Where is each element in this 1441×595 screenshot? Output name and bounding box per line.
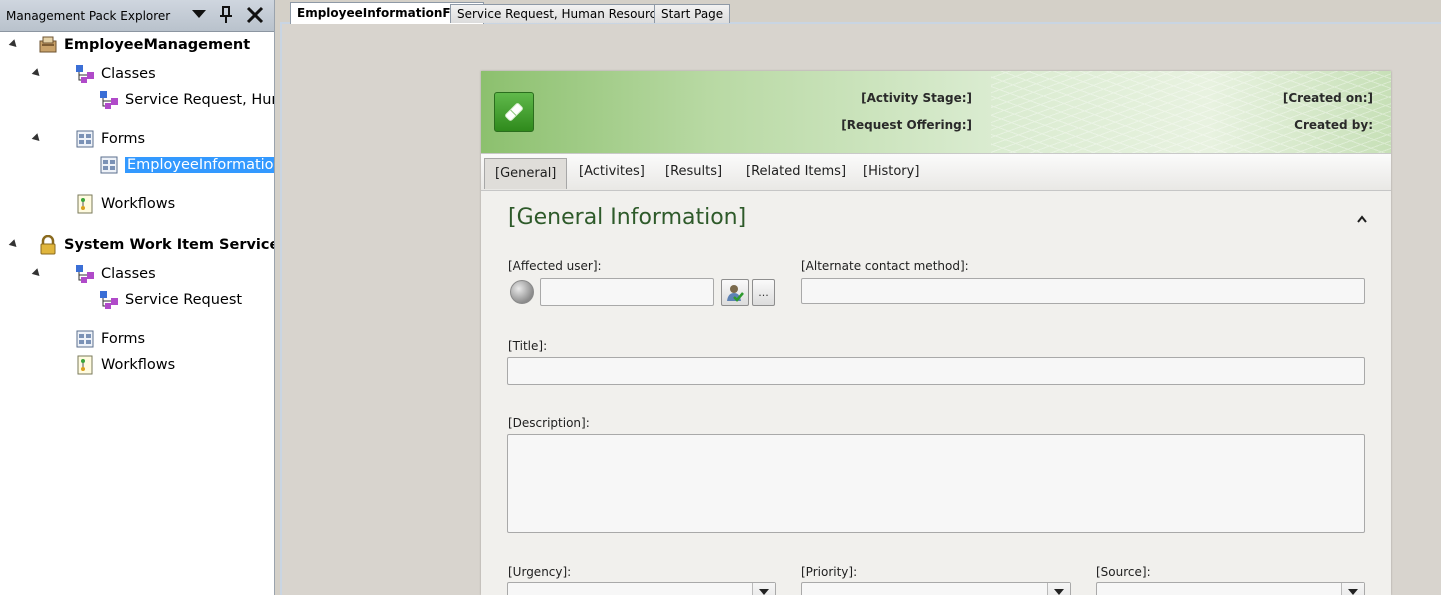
tree-label: Workflows xyxy=(101,357,176,373)
dropdown-icon[interactable] xyxy=(189,5,209,25)
employee-information-form: [Activity Stage:] [Request Offering:] [C… xyxy=(481,71,1391,595)
form-logo-icon xyxy=(494,92,534,132)
source-label: [Source]: xyxy=(1096,565,1151,579)
tab-label: [General] xyxy=(495,166,557,181)
classes-icon xyxy=(75,64,95,84)
explorer-title: Management Pack Explorer xyxy=(6,9,171,23)
urgency-label: [Urgency]: xyxy=(508,565,572,579)
management-pack-icon xyxy=(38,35,58,55)
title-input[interactable] xyxy=(507,357,1365,385)
tab-label: Start Page xyxy=(661,7,724,21)
affected-user-input[interactable] xyxy=(540,278,714,306)
close-icon[interactable] xyxy=(245,5,265,25)
tree-label: Service Request xyxy=(125,292,243,308)
class-icon xyxy=(99,290,119,310)
tree-item-forms[interactable]: Forms xyxy=(75,128,145,150)
user-picker-icon xyxy=(727,284,744,302)
management-pack-explorer: Management Pack Explorer EmployeeManagem… xyxy=(0,0,275,595)
description-textarea[interactable] xyxy=(507,434,1365,533)
tree-item-classes[interactable]: Classes xyxy=(75,263,156,285)
tree-label: System Work Item Service Re xyxy=(64,237,275,253)
tab-label: Service Request, Human Resources xyxy=(457,7,670,21)
tab-related-items[interactable]: [Related Items] xyxy=(736,160,856,186)
banner-pattern xyxy=(991,71,1391,153)
tree-item-service-request-human-resources[interactable]: Service Request, Huma xyxy=(99,89,274,111)
browse-user-button[interactable]: ... xyxy=(752,279,775,306)
alternate-contact-input[interactable] xyxy=(801,278,1365,304)
created-on-label: [Created on:] xyxy=(1282,91,1373,105)
tree-label: Classes xyxy=(101,266,156,282)
tab-general[interactable]: [General] xyxy=(484,158,568,189)
tree-item-workflows[interactable]: Workflows xyxy=(75,193,175,215)
affected-user-label: [Affected user]: xyxy=(508,259,602,273)
tab-results[interactable]: [Results] xyxy=(655,160,732,186)
tab-history[interactable]: [History] xyxy=(853,160,929,186)
document-tabstrip: EmployeeInformationForm Service Request,… xyxy=(280,0,1441,24)
tree-label: EmployeeInformationF xyxy=(125,157,274,173)
explorer-titlebar: Management Pack Explorer xyxy=(0,0,274,32)
tab-label: [Results] xyxy=(665,164,723,179)
description-label: [Description]: xyxy=(508,416,590,430)
tree-label: Forms xyxy=(101,331,146,347)
tree-label: Forms xyxy=(101,131,146,147)
pin-icon[interactable] xyxy=(216,5,236,25)
tree-item-service-request[interactable]: Service Request xyxy=(99,289,242,311)
tree-item-classes[interactable]: Classes xyxy=(75,63,156,85)
select-user-button[interactable] xyxy=(721,279,749,306)
priority-label: [Priority]: xyxy=(801,565,858,579)
forms-icon xyxy=(75,129,95,149)
tab-activities[interactable]: [Activites] xyxy=(569,160,655,186)
tab-label: [Related Items] xyxy=(746,164,847,179)
form-tabs: [General] [Activites] [Results] [Related… xyxy=(481,153,1391,191)
lock-icon xyxy=(38,234,58,255)
priority-select[interactable] xyxy=(801,582,1071,595)
tab-label: [History] xyxy=(863,164,920,179)
section-title: [General Information] xyxy=(508,205,747,230)
form-header-banner: [Activity Stage:] [Request Offering:] [C… xyxy=(481,71,1391,153)
expander-icon[interactable] xyxy=(8,39,20,50)
tree-label: Classes xyxy=(101,66,156,82)
classes-icon xyxy=(75,264,95,284)
expander-icon[interactable] xyxy=(31,268,43,279)
workflows-icon xyxy=(75,355,95,375)
expander-icon[interactable] xyxy=(8,239,20,250)
tree-item-workflows[interactable]: Workflows xyxy=(75,354,175,376)
tree-label: EmployeeManagement xyxy=(64,37,251,53)
tree-label: Service Request, Huma xyxy=(125,92,274,108)
title-label: [Title]: xyxy=(508,339,548,353)
source-select[interactable] xyxy=(1096,582,1365,595)
tree-item-forms[interactable]: Forms xyxy=(75,328,145,350)
tab-start-page[interactable]: Start Page xyxy=(654,4,731,23)
form-icon xyxy=(99,155,119,175)
expander-icon[interactable] xyxy=(31,68,43,79)
browse-label: ... xyxy=(758,286,769,299)
tab-label: [Activites] xyxy=(579,164,645,179)
tab-service-request-human-resources[interactable]: Service Request, Human Resources xyxy=(450,4,677,23)
forms-icon xyxy=(75,329,95,349)
chevron-down-icon[interactable] xyxy=(1047,583,1070,595)
alternate-contact-label: [Alternate contact method]: xyxy=(801,259,969,273)
expander-icon[interactable] xyxy=(31,133,43,144)
urgency-select[interactable] xyxy=(507,582,776,595)
chevron-down-icon[interactable] xyxy=(752,583,775,595)
created-by-label: Created by: xyxy=(1294,118,1373,132)
chevron-down-icon[interactable] xyxy=(1341,583,1364,595)
chevron-up-icon[interactable] xyxy=(1356,210,1368,223)
tree-item-system-work-item-service-request[interactable]: System Work Item Service Re xyxy=(38,234,275,256)
class-icon xyxy=(99,90,119,110)
user-status-icon xyxy=(510,280,534,304)
request-offering-label: [Request Offering:] xyxy=(841,118,972,132)
activity-stage-label: [Activity Stage:] xyxy=(861,91,972,105)
tree-label: Workflows xyxy=(101,196,176,212)
workflows-icon xyxy=(75,194,95,214)
tree-item-employeeinformationform[interactable]: EmployeeInformationF xyxy=(99,154,274,176)
tree-item-employeemanagement[interactable]: EmployeeManagement xyxy=(38,34,250,56)
